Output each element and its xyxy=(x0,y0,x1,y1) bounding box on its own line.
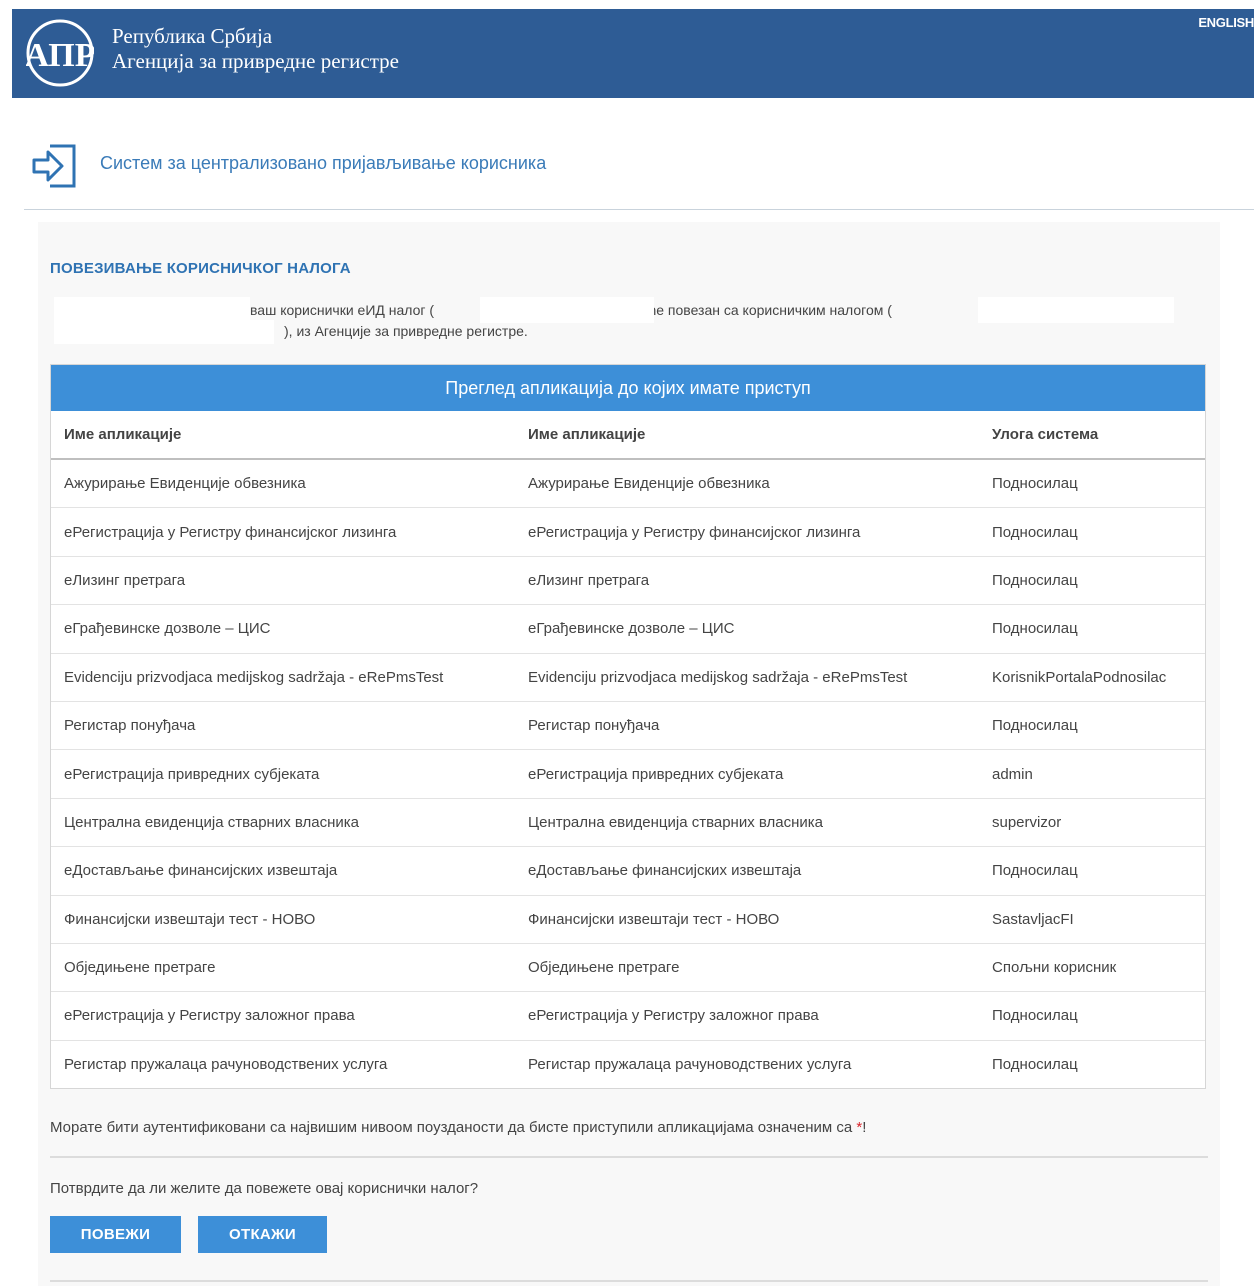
column-header: Име апликације xyxy=(515,411,979,460)
table-cell: Спољни корисник xyxy=(979,942,1205,992)
table-cell: Подносилац xyxy=(979,1039,1205,1089)
table-cell: Обједињене претраге xyxy=(515,942,979,992)
applications-table: Преглед апликација до којих имате присту… xyxy=(50,364,1206,1089)
table-cell: еДостављање финансијских извештаја xyxy=(51,846,515,896)
brand-line-republic: Република Србија xyxy=(112,24,273,48)
table-cell: SastavljacFI xyxy=(979,894,1205,944)
table-cell: KorisnikPortalaPodnosilac xyxy=(979,652,1205,702)
notice-end: ! xyxy=(862,1119,867,1136)
table-cell: еРегистрација у Регистру финансијског ли… xyxy=(515,507,979,557)
redacted-account-end xyxy=(54,320,274,344)
header-divider xyxy=(24,209,1254,210)
table-cell: еРегистрација привредних субјеката xyxy=(515,749,979,799)
table-cell: Обједињене претраге xyxy=(51,942,515,992)
table-cell: Подносилац xyxy=(979,604,1205,654)
table-cell: еРегистрација у Регистру заложног права xyxy=(515,991,979,1041)
table-row: еРегистрација у Регистру заложног права е… xyxy=(51,991,1205,1041)
table-row: Регистар понуђача Регистар понуђача Поднос… xyxy=(51,700,1205,750)
table-cell: supervizor xyxy=(979,797,1205,847)
table-row: Регистар пружалаца рачуноводствених услу… xyxy=(51,1039,1205,1089)
table-cell: еДостављање финансијских извештаја xyxy=(515,846,979,896)
table-row: еДостављање финансијских извештаја еДоста… xyxy=(51,846,1205,896)
redacted-account xyxy=(978,297,1174,323)
authentication-notice: Морате бити аутентификовани са највишим … xyxy=(50,1119,866,1136)
table-cell: Ажурирање Евиденције обвезника xyxy=(64,475,306,493)
table-cell: Централна евиденција стварних власника xyxy=(51,797,515,847)
table-cell: Регистар пружалаца рачуноводствених услу… xyxy=(515,1039,979,1089)
table-cell: еГрађевинске дозволе – ЦИС xyxy=(51,604,515,654)
table-cell: Централна евиденција стварних власника xyxy=(515,797,979,847)
info-text-part2: ) биће повезан са корисничким налогом ( xyxy=(624,302,892,318)
column-header: Име апликације xyxy=(51,411,515,460)
table-cell: Ажурирање Евиденције обвезника xyxy=(528,475,770,493)
table-cell: Подносилац xyxy=(979,507,1205,557)
apr-logo-icon: АПР xyxy=(26,19,94,87)
brand-line-agency: Агенција за привредне регистре xyxy=(112,49,399,73)
info-text-part3: ), из Агенције за привредне регистре. xyxy=(284,323,528,339)
table-header-row: Име апликације Име апликације Улога сист… xyxy=(51,411,1205,460)
table-row: Обједињене претраге Обједињене претраге Сп… xyxy=(51,942,1205,992)
table-cell: admin xyxy=(979,749,1205,799)
table-cell: еРегистрација привредних субјеката xyxy=(51,749,515,799)
section-title: ПОВЕЗИВАЊЕ КОРИСНИЧКОГ НАЛОГА xyxy=(50,260,351,277)
language-link-english[interactable]: ENGLISH xyxy=(1198,15,1254,30)
table-row: еГрађевинске дозволе – ЦИС еГрађевинске д… xyxy=(51,604,1205,654)
table-row: Централна евиденција стварних власника Це… xyxy=(51,797,1205,847)
notice-divider xyxy=(50,1156,1208,1158)
content-panel: ПОВЕЗИВАЊЕ КОРИСНИЧКОГ НАЛОГА ваш корисн… xyxy=(38,222,1220,1286)
table-cell: Регистар понуђача xyxy=(515,700,979,750)
table-cell: Регистар пружалаца рачуноводствених услу… xyxy=(51,1039,515,1089)
table-cell: Evidenciju prizvodjaca medijskog sadržaj… xyxy=(515,652,979,702)
table-row: еЛизинг претрага еЛизинг претрага Подносил… xyxy=(51,555,1205,605)
table-cell: еРегистрација у Регистру заложног права xyxy=(51,991,515,1041)
info-line-2: ), из Агенције за привредне регистре. xyxy=(284,323,528,339)
table-cell: еГрађевинске дозволе – ЦИС xyxy=(515,604,979,654)
notice-text: Морате бити аутентификовани са највишим … xyxy=(50,1119,857,1136)
table-cell: Подносилац xyxy=(992,475,1078,493)
table-cell: Подносилац xyxy=(979,846,1205,896)
table-row: еРегистрација у Регистру финансијског ли… xyxy=(51,507,1205,557)
table-cell: Финансијски извештаји тест - НОВО xyxy=(515,894,979,944)
table-cell: Подносилац xyxy=(979,991,1205,1041)
table-cell: еЛизинг претрага xyxy=(51,555,515,605)
table-cell: Подносилац xyxy=(979,700,1205,750)
redacted-eid xyxy=(480,297,654,323)
bottom-divider xyxy=(50,1280,1208,1282)
connect-button[interactable]: ПОВЕЖИ xyxy=(50,1216,181,1253)
system-title: Систем за централизовано пријављивање ко… xyxy=(100,153,547,173)
table-cell: Evidenciju prizvodjaca medijskog sadržaj… xyxy=(51,652,515,702)
table-cell: Подносилац xyxy=(979,555,1205,605)
info-text-part1: ваш кориснички еИД налог ( xyxy=(250,302,435,318)
table-cell: Регистар понуђача xyxy=(51,700,515,750)
table-cell: Финансијски извештаји тест - НОВО xyxy=(51,894,515,944)
table-row: Ажурирање Евиденције обвезника Ажурирање … xyxy=(51,459,1205,508)
subheader: Систем за централизовано пријављивање ко… xyxy=(0,98,1254,210)
table-row: Evidenciju prizvodjaca medijskog sadržaj… xyxy=(51,652,1205,702)
top-header: АПР Република Србија Агенција за привред… xyxy=(12,9,1254,98)
table-cell: еРегистрација у Регистру финансијског ли… xyxy=(51,507,515,557)
table-row: еРегистрација привредних субјеката еРегис… xyxy=(51,749,1205,799)
svg-text:АПР: АПР xyxy=(26,37,94,74)
table-caption: Преглед апликација до којих имате присту… xyxy=(51,365,1205,411)
column-header: Улога система xyxy=(979,411,1205,460)
table-row: Финансијски извештаји тест - НОВО Финанси… xyxy=(51,894,1205,944)
confirm-question: Потврдите да ли желите да повежете овај … xyxy=(50,1180,479,1197)
login-arrow-icon xyxy=(32,144,76,188)
table-cell: еЛизинг претрага xyxy=(515,555,979,605)
cancel-button[interactable]: ОТКАЖИ xyxy=(198,1216,327,1253)
